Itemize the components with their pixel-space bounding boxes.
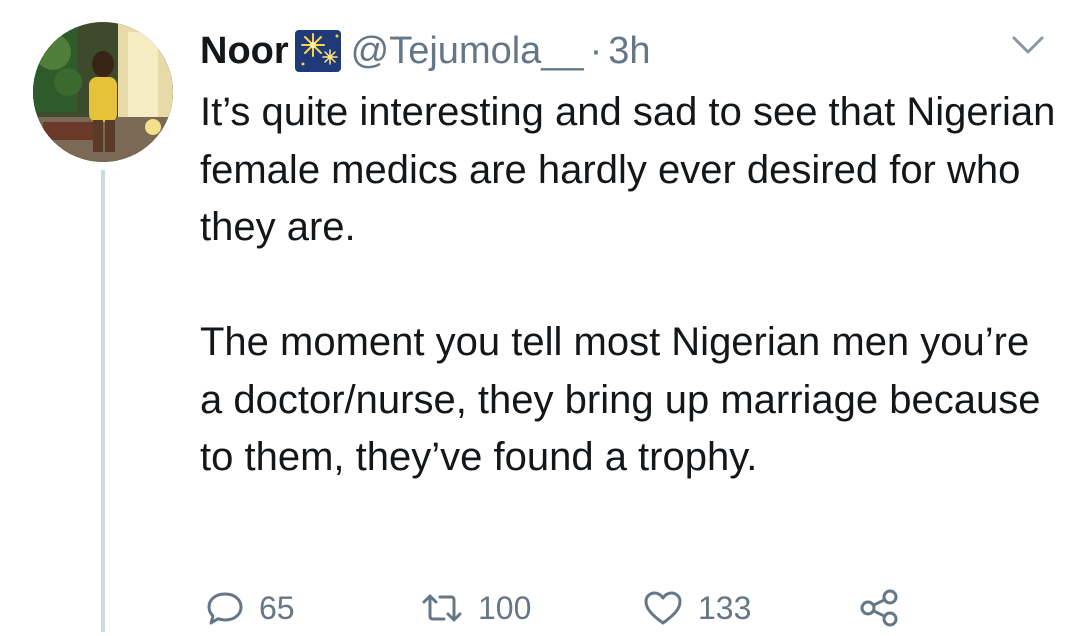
like-button[interactable]: 133 (642, 580, 751, 636)
reply-icon (205, 588, 245, 628)
heart-icon (642, 588, 684, 628)
author-handle[interactable]: @Tejumola__ (351, 30, 584, 73)
share-button[interactable] (858, 580, 902, 636)
thread-connector-line (101, 170, 105, 632)
timestamp[interactable]: 3h (608, 30, 650, 73)
retweet-count: 100 (478, 589, 532, 626)
fireworks-emoji-icon (293, 28, 343, 74)
tweet-text: It’s quite interesting and sad to see th… (200, 84, 1060, 487)
retweet-icon (420, 588, 464, 628)
avatar-photo (33, 22, 173, 162)
action-bar: 65 100 133 (200, 580, 920, 636)
reply-count: 65 (259, 589, 295, 626)
avatar[interactable] (33, 22, 173, 162)
share-icon (858, 588, 902, 628)
tweet-header: Noor @Tejumola__ · 3h (200, 25, 651, 77)
retweet-button[interactable]: 100 (420, 580, 531, 636)
author-name[interactable]: Noor (200, 30, 289, 73)
tweet-paragraph: It’s quite interesting and sad to see th… (200, 90, 1056, 249)
tweet-paragraph: The moment you tell most Nigerian men yo… (200, 320, 1041, 479)
like-count: 133 (698, 589, 752, 626)
separator-dot: · (589, 29, 603, 72)
chevron-down-icon[interactable] (1008, 30, 1048, 60)
reply-button[interactable]: 65 (205, 580, 295, 636)
